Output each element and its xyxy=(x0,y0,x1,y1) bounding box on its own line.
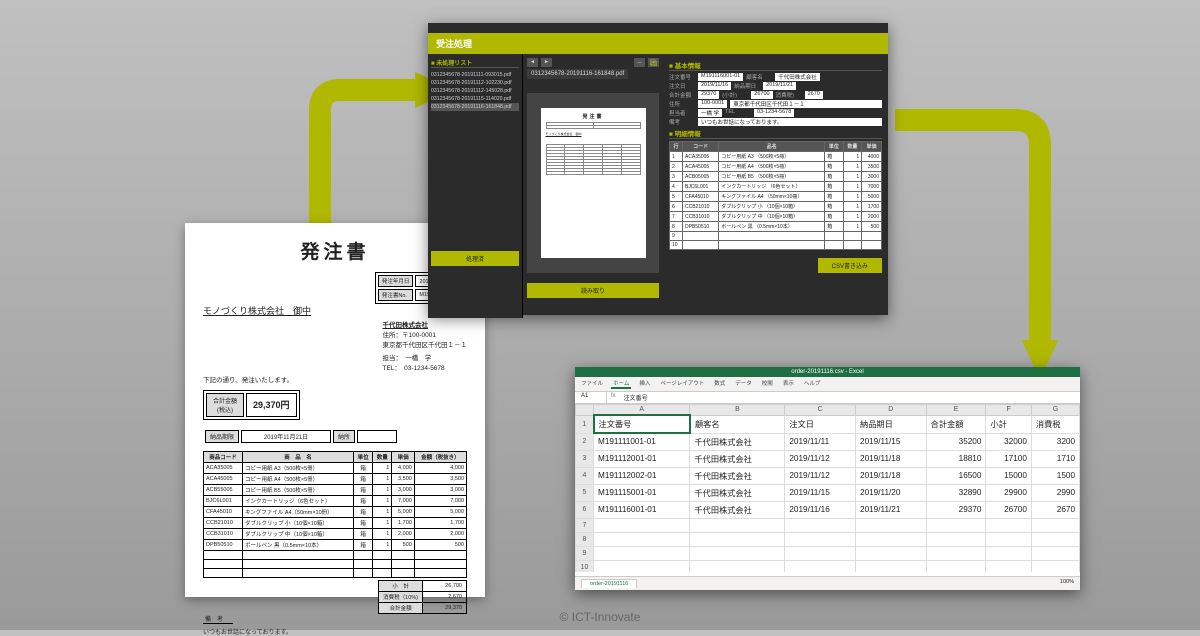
ribbon-tab[interactable]: データ xyxy=(733,379,754,389)
pdf-total-box: 合計金額 (税込)29,370円 xyxy=(203,390,300,420)
file-list-item[interactable]: 0312345678-20191112-145028.pdf xyxy=(431,87,519,95)
pdf-thumbnail: 発注書 モノづくり株式会社 御中 xyxy=(527,93,659,273)
pdf-note: 下記の通り、発注いたします。 xyxy=(203,374,467,384)
name-box[interactable]: A1 xyxy=(575,392,607,403)
csv-write-button[interactable]: CSV書き込み xyxy=(818,258,882,273)
file-list-item[interactable]: 0312345678-20191111-093015.pdf xyxy=(431,71,519,79)
ribbon-tab[interactable]: ホーム xyxy=(611,379,631,389)
file-list-item[interactable]: 0312345678-20191115-114020.pdf xyxy=(431,95,519,103)
app-preview-panel: ◄►－＋ 0312345678-20191116-161848.pdf ⧉ 発注… xyxy=(523,54,663,318)
pdf-lines-table: 商品コード商 品 名単位数量単価金額（税抜き） ACA35005コピー用紙 A3… xyxy=(203,451,467,578)
detail-table: 行コード品名単位数量単価 1ACA35005コピー用紙 A3 （500枚×5冊）… xyxy=(669,141,882,250)
pdf-remarks: 備 考 いつもお世話になっております。 xyxy=(203,614,467,636)
basic-info-title: ■ 基本情報 xyxy=(669,60,882,71)
credit: © ICT-Innovate xyxy=(560,610,641,624)
ribbon-tab[interactable]: 校閲 xyxy=(760,379,775,389)
fx-icon: fx xyxy=(607,392,620,403)
detail-info-title: ■ 明細情報 xyxy=(669,128,882,139)
zoom-level[interactable]: 100% xyxy=(1060,579,1074,588)
excel-titlebar: order-20191116.csv - Excel xyxy=(575,367,1080,377)
ribbon-tab[interactable]: 表示 xyxy=(781,379,796,389)
file-list-item[interactable]: 0312345678-20191116-161848.pdf xyxy=(431,103,519,111)
pdf-subtotal: 小 計26,700 消費税（10%)2,670 合計金額29,370 xyxy=(378,580,467,614)
excel-ribbon[interactable]: ファイルホーム挿入ページレイアウト数式データ校閲表示ヘルプ xyxy=(575,377,1080,392)
ribbon-tab[interactable]: ページレイアウト xyxy=(658,379,706,389)
excel-grid[interactable]: ABCDEFG 1注文番号顧客名注文日納品期日合計金額小計消費税2M191111… xyxy=(575,404,1080,572)
ribbon-tab[interactable]: 数式 xyxy=(712,379,727,389)
arrow-app-to-excel xyxy=(895,100,1075,390)
ribbon-tab[interactable]: ヘルプ xyxy=(802,379,823,389)
file-list-title: ■ 未処理リスト xyxy=(431,58,519,68)
excel-statusbar: order-20191116 100% xyxy=(575,576,1080,590)
preview-filename: 0312345678-20191116-161848.pdf xyxy=(527,69,628,79)
sheet-tab[interactable]: order-20191116 xyxy=(581,579,637,588)
pdf-sender: 千代田株式会社 住所：〒100-0001 東京都千代田区千代田１－１ 担当： 一… xyxy=(383,321,468,374)
file-list-item[interactable]: 0312345678-20191112-102230.pdf xyxy=(431,79,519,87)
order-processing-app: 受注処理 ■ 未処理リスト 0312345678-20191111-093015… xyxy=(428,23,888,315)
ribbon-tab[interactable]: ファイル xyxy=(579,379,605,389)
read-button[interactable]: 読み取り xyxy=(527,283,659,298)
app-data-panel: ■ 基本情報 注文番号M191116001-01顧客名千代田株式会社 注文日20… xyxy=(663,54,888,318)
app-file-list-panel: ■ 未処理リスト 0312345678-20191111-093015.pdf0… xyxy=(428,54,523,318)
ribbon-tab[interactable]: 挿入 xyxy=(637,379,652,389)
pdf-delivery: 納品期限2019年11月21日納所 xyxy=(203,428,399,445)
processed-button[interactable]: 処理済 xyxy=(431,251,519,266)
excel-window: order-20191116.csv - Excel ファイルホーム挿入ページレ… xyxy=(575,367,1080,590)
app-header: 受注処理 xyxy=(428,33,888,54)
open-external-icon[interactable]: ⧉ xyxy=(650,58,657,69)
excel-formula-bar[interactable]: A1 fx 注文番号 xyxy=(575,392,1080,404)
formula-value[interactable]: 注文番号 xyxy=(620,392,652,403)
